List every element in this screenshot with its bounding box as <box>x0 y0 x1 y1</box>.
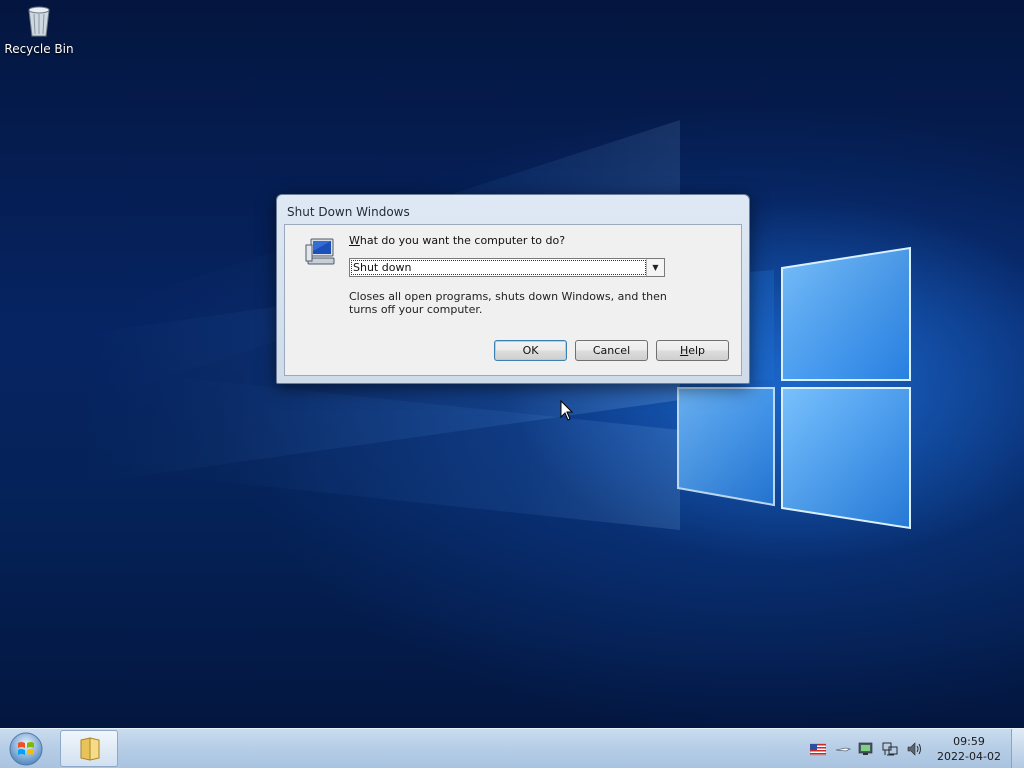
shutdown-option-select[interactable]: Shut down ▼ <box>349 258 665 277</box>
dialog-client: What do you want the computer to do? Shu… <box>284 224 742 376</box>
monitor-status-icon[interactable] <box>858 741 874 757</box>
recycle-bin-icon <box>28 6 50 37</box>
desktop: Recycle Bin Shut Down Windows What do yo… <box>0 0 1024 728</box>
volume-icon[interactable] <box>906 741 922 757</box>
mouse-cursor-icon <box>560 400 574 421</box>
show-desktop-button[interactable] <box>1011 729 1024 768</box>
taskbar: 09:59 2022-04-02 <box>0 728 1024 768</box>
clock-date: 2022-04-02 <box>937 750 1001 763</box>
shutdown-dialog: Shut Down Windows What do you want the c… <box>276 194 750 384</box>
dialog-title[interactable]: Shut Down Windows <box>277 195 749 223</box>
desktop-icon-recycle-bin[interactable]: Recycle Bin <box>4 4 74 56</box>
ok-button[interactable]: OK <box>494 340 567 361</box>
system-clock[interactable]: 09:59 2022-04-02 <box>930 734 1008 764</box>
clock-time: 09:59 <box>953 735 985 748</box>
usb-icon[interactable] <box>835 741 851 757</box>
desktop-icon-label: Recycle Bin <box>4 42 74 56</box>
cancel-button[interactable]: Cancel <box>575 340 648 361</box>
us-flag-icon[interactable] <box>810 741 826 757</box>
network-icon[interactable] <box>882 741 898 757</box>
windows-orb-icon <box>9 732 43 766</box>
start-button[interactable] <box>6 731 46 767</box>
folder-icon <box>80 737 100 761</box>
computer-icon <box>305 238 335 265</box>
taskbar-item-explorer[interactable] <box>60 730 118 767</box>
option-description: Closes all open programs, shuts down Win… <box>349 290 667 316</box>
chevron-down-icon[interactable]: ▼ <box>646 259 664 276</box>
selected-option: Shut down <box>351 260 646 275</box>
dialog-prompt: What do you want the computer to do? <box>349 234 566 247</box>
help-button[interactable]: Help <box>656 340 729 361</box>
